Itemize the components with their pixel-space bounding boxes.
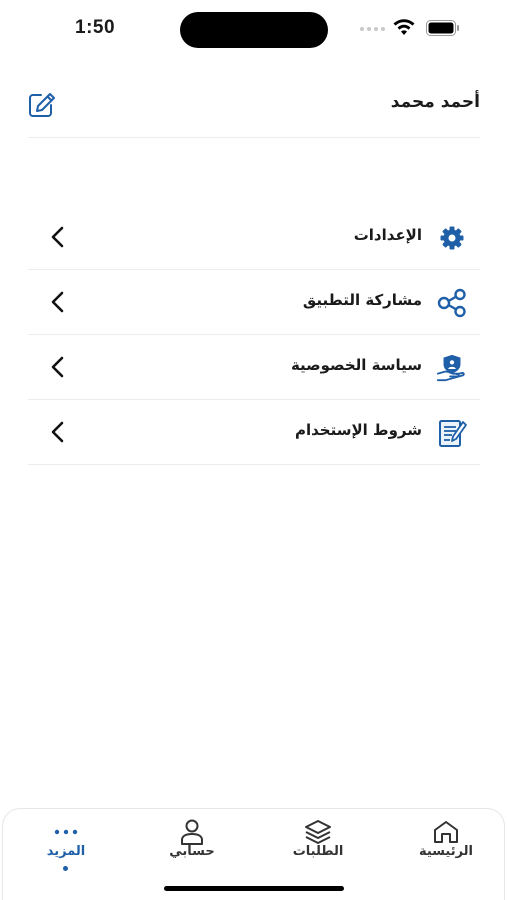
chevron-left-icon [51, 226, 64, 248]
signal-dots-icon [360, 27, 385, 31]
status-bar: 1:50 [0, 0, 507, 60]
menu-item-label: شروط الإستخدام [294, 421, 422, 439]
tab-label: حسابي [169, 844, 215, 859]
status-time: 1:50 [75, 17, 116, 38]
tab-orders[interactable]: الطلبات [263, 809, 373, 879]
chevron-left-icon [51, 421, 64, 443]
tab-my-account[interactable]: حسابي [137, 809, 247, 879]
menu-item-terms-of-use[interactable]: شروط الإستخدام [28, 400, 480, 465]
more-dots-icon [11, 819, 121, 845]
user-icon [137, 819, 247, 845]
menu-item-label: الإعدادات [353, 226, 422, 244]
gear-icon [436, 222, 468, 254]
menu-item-privacy-policy[interactable]: سياسة الخصوصية [28, 335, 480, 400]
battery-icon [426, 20, 459, 36]
edit-icon [29, 93, 55, 117]
menu-item-label: سياسة الخصوصية [290, 356, 422, 374]
menu-item-share-app[interactable]: مشاركة التطبيق [28, 270, 480, 335]
menu-item-settings[interactable]: الإعدادات [28, 205, 480, 270]
tab-label: المزيد [46, 844, 86, 859]
profile-name: أحمد محمد [390, 92, 480, 112]
chevron-left-icon [51, 356, 64, 378]
share-icon [436, 287, 468, 319]
layers-icon [263, 819, 373, 845]
edit-profile-button[interactable] [28, 90, 60, 120]
home-indicator [164, 886, 344, 891]
tab-more[interactable]: المزيد [11, 809, 121, 879]
terms-document-icon [436, 417, 468, 449]
home-icon [391, 819, 501, 845]
chevron-left-icon [51, 291, 64, 313]
dynamic-island [180, 12, 328, 48]
tab-home[interactable]: الرئيسية [391, 809, 501, 879]
tab-label: الرئيسية [418, 844, 474, 859]
profile-header: أحمد محمد [28, 78, 480, 138]
wifi-icon [393, 19, 415, 35]
menu-item-label: مشاركة التطبيق [302, 291, 422, 309]
active-tab-indicator [63, 866, 68, 871]
tab-label: الطلبات [292, 844, 344, 859]
more-menu: الإعدادات مشاركة التطبيق سياسة الخصوصية … [28, 205, 480, 465]
privacy-shield-icon [436, 352, 468, 384]
